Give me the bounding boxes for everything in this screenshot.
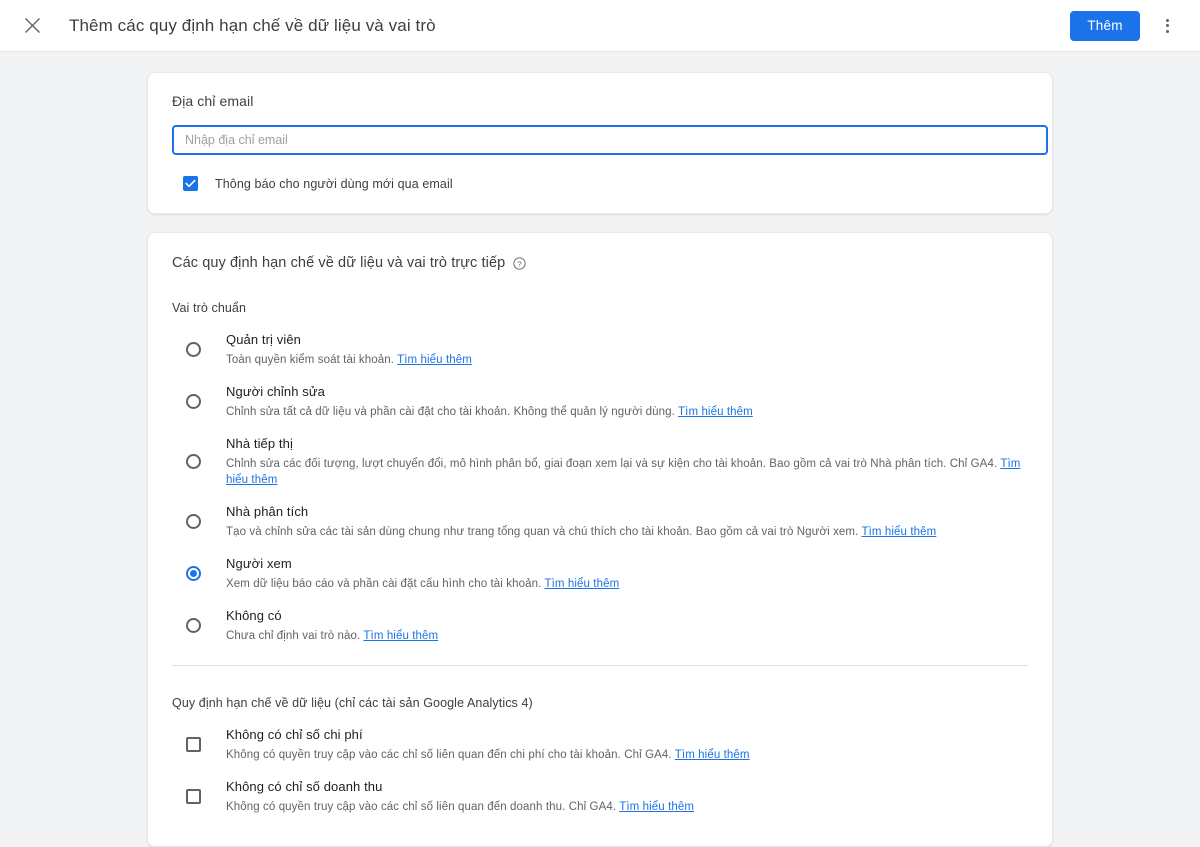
role-texts: Nhà tiếp thị Chỉnh sửa các đối tượng, lư…	[226, 435, 1028, 488]
role-texts: Nhà phân tích Tạo và chỉnh sửa các tài s…	[226, 503, 936, 540]
role-radio-editor[interactable]	[185, 394, 201, 409]
role-radio-viewer[interactable]	[185, 566, 201, 581]
restriction-option-no-revenue-metrics[interactable]: Không có chỉ số doanh thu Không có quyền…	[172, 770, 1028, 822]
restriction-title: Không có chỉ số chi phí	[226, 727, 363, 742]
restriction-texts: Không có chỉ số chi phí Không có quyền t…	[226, 726, 750, 763]
role-radio-admin-wrap	[183, 342, 203, 357]
role-description: Chỉnh sửa các đối tượng, lượt chuyển đổi…	[226, 456, 1028, 488]
role-description: Toàn quyền kiểm soát tài khoản. Tìm hiểu…	[226, 352, 472, 368]
email-field-label: Địa chỉ email	[172, 93, 254, 109]
more-vert-icon	[1165, 18, 1169, 33]
learn-more-link[interactable]: Tìm hiểu thêm	[363, 630, 438, 642]
restriction-description-text: Không có quyền truy cập vào các chỉ số l…	[226, 801, 617, 813]
restriction-title: Không có chỉ số doanh thu	[226, 779, 383, 794]
role-option-none[interactable]: Không có Chưa chỉ định vai trò nào. Tìm …	[172, 599, 1028, 651]
add-button[interactable]: Thêm	[1070, 10, 1140, 41]
restriction-description-text: Không có quyền truy cập vào các chỉ số l…	[226, 749, 672, 761]
role-option-admin[interactable]: Quản trị viên Toàn quyền kiểm soát tài k…	[172, 323, 1028, 375]
role-radio-none[interactable]	[185, 618, 201, 633]
dialog-header: Thêm các quy định hạn chế về dữ liệu và …	[0, 0, 1200, 52]
role-title: Người xem	[226, 556, 292, 571]
role-radio-admin[interactable]	[185, 342, 201, 357]
learn-more-link[interactable]: Tìm hiểu thêm	[861, 526, 936, 538]
roles-section-title-text: Các quy định hạn chế về dữ liệu và vai t…	[172, 255, 506, 271]
role-option-analyst[interactable]: Nhà phân tích Tạo và chỉnh sửa các tài s…	[172, 495, 1028, 547]
standard-roles-label: Vai trò chuẩn	[172, 301, 247, 315]
data-restrictions-list: Không có chỉ số chi phí Không có quyền t…	[172, 718, 1028, 822]
restriction-description: Không có quyền truy cập vào các chỉ số l…	[226, 799, 694, 815]
role-radio-editor-wrap	[183, 394, 203, 409]
svg-text:?: ?	[518, 259, 522, 268]
notify-checkbox[interactable]	[183, 176, 198, 191]
standard-roles-list: Quản trị viên Toàn quyền kiểm soát tài k…	[172, 323, 1028, 651]
role-description-text: Toàn quyền kiểm soát tài khoản.	[226, 354, 395, 366]
notify-checkbox-row[interactable]: Thông báo cho người dùng mới qua email	[172, 176, 1028, 191]
role-radio-none-wrap	[183, 618, 203, 633]
role-texts: Người chỉnh sửa Chỉnh sửa tất cả dữ liệu…	[226, 383, 753, 420]
role-title: Người chỉnh sửa	[226, 384, 325, 399]
close-button[interactable]	[14, 8, 50, 44]
role-description-text: Tạo và chỉnh sửa các tài sản dùng chung …	[226, 526, 859, 538]
role-radio-viewer-wrap	[183, 566, 203, 581]
role-option-editor[interactable]: Người chỉnh sửa Chỉnh sửa tất cả dữ liệu…	[172, 375, 1028, 427]
role-option-viewer[interactable]: Người xem Xem dữ liệu báo cáo và phần cà…	[172, 547, 1028, 599]
email-input[interactable]	[172, 125, 1048, 155]
help-circle-icon[interactable]: ?	[513, 256, 526, 270]
restriction-checkbox-revenue-wrap	[183, 789, 203, 804]
role-title: Không có	[226, 608, 282, 623]
role-description: Chưa chỉ định vai trò nào. Tìm hiểu thêm	[226, 628, 438, 644]
learn-more-link[interactable]: Tìm hiểu thêm	[544, 578, 619, 590]
data-restrictions-label: Quy định hạn chế về dữ liệu (chỉ các tài…	[172, 696, 533, 710]
role-texts: Quản trị viên Toàn quyền kiểm soát tài k…	[226, 331, 472, 368]
role-title: Quản trị viên	[226, 332, 302, 347]
restriction-option-no-cost-metrics[interactable]: Không có chỉ số chi phí Không có quyền t…	[172, 718, 1028, 770]
role-radio-analyst[interactable]	[185, 514, 201, 529]
section-divider	[172, 665, 1028, 666]
page-title: Thêm các quy định hạn chế về dữ liệu và …	[69, 15, 436, 35]
restriction-description: Không có quyền truy cập vào các chỉ số l…	[226, 747, 750, 763]
role-description: Chỉnh sửa tất cả dữ liệu và phần cài đặt…	[226, 404, 753, 420]
role-description: Xem dữ liệu báo cáo và phần cài đặt cấu …	[226, 576, 619, 592]
header-actions: Thêm	[1070, 9, 1184, 43]
close-icon	[24, 17, 41, 34]
learn-more-link[interactable]: Tìm hiểu thêm	[619, 801, 694, 813]
email-card: Địa chỉ email Thông báo cho người dùng m…	[147, 72, 1053, 214]
role-radio-analyst-wrap	[183, 514, 203, 529]
restriction-texts: Không có chỉ số doanh thu Không có quyền…	[226, 778, 694, 815]
role-option-marketer[interactable]: Nhà tiếp thị Chỉnh sửa các đối tượng, lư…	[172, 427, 1028, 495]
role-radio-marketer-wrap	[183, 454, 203, 469]
role-texts: Không có Chưa chỉ định vai trò nào. Tìm …	[226, 607, 438, 644]
learn-more-link[interactable]: Tìm hiểu thêm	[678, 406, 753, 418]
role-radio-marketer[interactable]	[185, 454, 201, 469]
role-description-text: Xem dữ liệu báo cáo và phần cài đặt cấu …	[226, 578, 542, 590]
learn-more-link[interactable]: Tìm hiểu thêm	[675, 749, 750, 761]
learn-more-link[interactable]: Tìm hiểu thêm	[397, 354, 472, 366]
restriction-checkbox-cost[interactable]	[185, 737, 201, 752]
dialog-body: Địa chỉ email Thông báo cho người dùng m…	[0, 52, 1200, 847]
role-title: Nhà phân tích	[226, 504, 309, 519]
role-description: Tạo và chỉnh sửa các tài sản dùng chung …	[226, 524, 936, 540]
roles-card: Các quy định hạn chế về dữ liệu và vai t…	[147, 232, 1053, 847]
more-options-button[interactable]	[1150, 9, 1184, 43]
roles-section-title: Các quy định hạn chế về dữ liệu và vai t…	[172, 255, 1028, 271]
role-description-text: Chỉnh sửa tất cả dữ liệu và phần cài đặt…	[226, 406, 675, 418]
role-description-text: Chỉnh sửa các đối tượng, lượt chuyển đổi…	[226, 458, 998, 470]
role-description-text: Chưa chỉ định vai trò nào.	[226, 630, 361, 642]
restriction-checkbox-cost-wrap	[183, 737, 203, 752]
restriction-checkbox-revenue[interactable]	[185, 789, 201, 804]
role-title: Nhà tiếp thị	[226, 436, 293, 451]
role-texts: Người xem Xem dữ liệu báo cáo và phần cà…	[226, 555, 619, 592]
checkmark-icon	[185, 178, 196, 189]
notify-checkbox-label: Thông báo cho người dùng mới qua email	[215, 176, 453, 191]
